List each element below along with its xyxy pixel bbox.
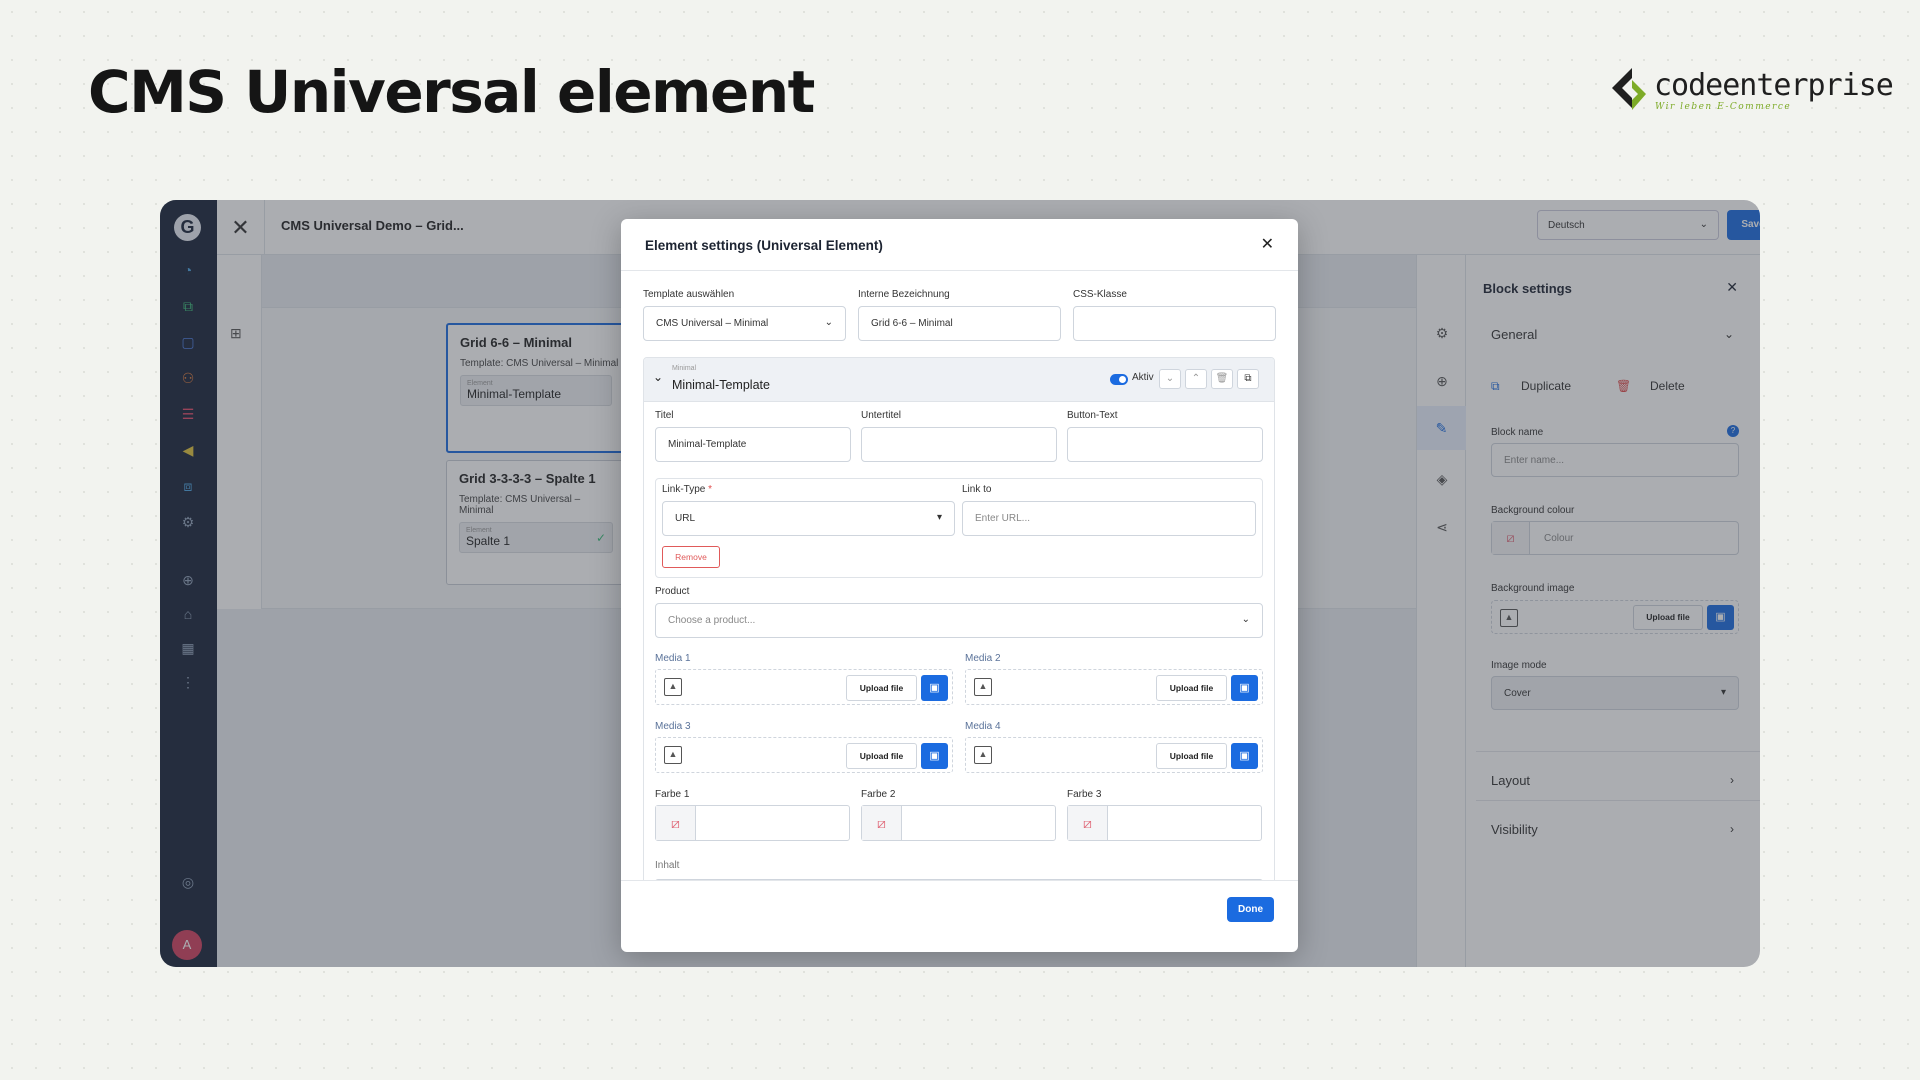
codeenterprise-logo: codeenterprise Wir leben E-Commerce	[1610, 66, 1894, 116]
template-panel: ⌄ Minimal Minimal-Template Aktiv ⌄ ⌃ 🗑 ⧉…	[643, 357, 1275, 880]
titel-input[interactable]: Minimal-Template	[655, 427, 851, 462]
link-type-field: Link-Type * URL ▾	[662, 484, 955, 536]
link-type-label: Link-Type	[662, 484, 706, 495]
link-type-select[interactable]: URL ▾	[662, 501, 955, 536]
media-library-icon[interactable]: ▣	[1231, 675, 1258, 701]
template-value: CMS Universal – Minimal	[656, 318, 769, 329]
remove-button[interactable]: Remove	[662, 546, 720, 568]
farbe-2-label: Farbe 2	[861, 789, 896, 800]
media-3-label: Media 3	[655, 721, 691, 732]
logo-tagline: Wir leben E-Commerce	[1655, 102, 1792, 112]
modal-footer: Done	[621, 880, 1298, 952]
done-button[interactable]: Done	[1227, 897, 1274, 922]
logo-mark-icon	[1612, 68, 1646, 110]
untertitel-input[interactable]	[861, 427, 1057, 462]
farbe-1-input[interactable]: ⧄	[655, 805, 850, 841]
media-4-label: Media 4	[965, 721, 1001, 732]
product-label: Product	[655, 586, 690, 597]
modal-title: Element settings (Universal Element)	[645, 238, 883, 253]
titel-field: Titel Minimal-Template	[655, 410, 851, 462]
template-name: Minimal-Template	[672, 378, 770, 392]
media-library-icon[interactable]: ▣	[921, 675, 948, 701]
chevron-down-icon[interactable]: ⌄	[653, 370, 663, 384]
trash-icon[interactable]: 🗑	[1211, 369, 1233, 389]
product-placeholder: Choose a product...	[668, 615, 756, 626]
aktiv-label: Aktiv	[1132, 372, 1154, 383]
link-type-value: URL	[675, 513, 696, 524]
move-down-icon[interactable]: ⌄	[1159, 369, 1181, 389]
internal-name-input[interactable]: Grid 6-6 – Minimal	[858, 306, 1061, 341]
close-icon[interactable]: ✕	[1261, 234, 1274, 254]
farbe-3-label: Farbe 3	[1067, 789, 1102, 800]
farbe-3-input[interactable]: ⧄	[1067, 805, 1262, 841]
upload-file-button[interactable]: Upload file	[1156, 675, 1227, 701]
media-library-icon[interactable]: ▣	[1231, 743, 1258, 769]
product-field: Product Choose a product... ⌄	[655, 586, 1263, 638]
image-icon: ▲	[974, 746, 992, 764]
link-to-label: Link to	[962, 484, 992, 495]
media-library-icon[interactable]: ▣	[921, 743, 948, 769]
chevron-down-icon: ⌄	[824, 317, 833, 328]
image-icon: ▲	[664, 678, 682, 696]
template-field: Template auswählen CMS Universal – Minim…	[643, 289, 846, 341]
template-panel-header[interactable]: ⌄ Minimal Minimal-Template Aktiv ⌄ ⌃ 🗑 ⧉	[644, 358, 1274, 402]
untertitel-field: Untertitel	[861, 410, 1057, 462]
upload-file-button[interactable]: Upload file	[846, 743, 917, 769]
element-settings-modal: Element settings (Universal Element) ✕ T…	[621, 219, 1298, 952]
copy-icon[interactable]: ⧉	[1237, 369, 1259, 389]
modal-header: Element settings (Universal Element) ✕	[621, 219, 1298, 271]
colour-swatch-icon[interactable]: ⧄	[656, 806, 696, 840]
untertitel-label: Untertitel	[861, 410, 902, 421]
button-text-label: Button-Text	[1067, 410, 1118, 421]
colour-swatch-icon[interactable]: ⧄	[1068, 806, 1108, 840]
required-marker: *	[708, 484, 713, 495]
media-1-label: Media 1	[655, 653, 691, 664]
modal-body: Template auswählen CMS Universal – Minim…	[621, 271, 1298, 880]
template-label: Template auswählen	[643, 289, 735, 300]
css-class-label: CSS-Klasse	[1073, 289, 1127, 300]
upload-file-button[interactable]: Upload file	[1156, 743, 1227, 769]
css-class-input[interactable]	[1073, 306, 1276, 341]
internal-name-label: Interne Bezeichnung	[858, 289, 950, 300]
css-class-field: CSS-Klasse	[1073, 289, 1276, 341]
media-4-upload: ▲ Upload file ▣	[965, 737, 1263, 773]
inhalt-label: Inhalt	[655, 860, 680, 871]
product-select[interactable]: Choose a product... ⌄	[655, 603, 1263, 638]
titel-label: Titel	[655, 410, 674, 421]
logo-name: codeenterprise	[1654, 68, 1894, 103]
app-screenshot: G ◔ ⧉ ▢ ⚇ ☰ ◀ ⧈ ⚙ ⊕ ⌂ ▦ ⋮ ◎ A ✕ CMS Univ…	[160, 200, 1760, 967]
farbe-2-input[interactable]: ⧄	[861, 805, 1056, 841]
link-to-input[interactable]: Enter URL...	[962, 501, 1256, 536]
image-icon: ▲	[974, 678, 992, 696]
colour-swatch-icon[interactable]: ⧄	[862, 806, 902, 840]
button-text-input[interactable]	[1067, 427, 1263, 462]
template-small-label: Minimal	[672, 365, 697, 372]
media-1-upload: ▲ Upload file ▣	[655, 669, 953, 705]
chevron-down-icon: ▾	[936, 512, 942, 523]
button-text-field: Button-Text	[1067, 410, 1263, 462]
slide-heading: CMS Universal element	[88, 58, 815, 126]
internal-name-field: Interne Bezeichnung Grid 6-6 – Minimal	[858, 289, 1061, 341]
media-3-upload: ▲ Upload file ▣	[655, 737, 953, 773]
farbe-1-label: Farbe 1	[655, 789, 690, 800]
chevron-down-icon: ⌄	[1241, 614, 1250, 625]
media-2-label: Media 2	[965, 653, 1001, 664]
aktiv-toggle[interactable]	[1110, 374, 1128, 385]
link-to-field: Link to Enter URL...	[962, 484, 1256, 536]
move-up-icon[interactable]: ⌃	[1185, 369, 1207, 389]
upload-file-button[interactable]: Upload file	[846, 675, 917, 701]
image-icon: ▲	[664, 746, 682, 764]
media-2-upload: ▲ Upload file ▣	[965, 669, 1263, 705]
link-group: Link-Type * URL ▾ Link to Enter URL... Re…	[655, 478, 1263, 578]
template-select[interactable]: CMS Universal – Minimal ⌄	[643, 306, 846, 341]
